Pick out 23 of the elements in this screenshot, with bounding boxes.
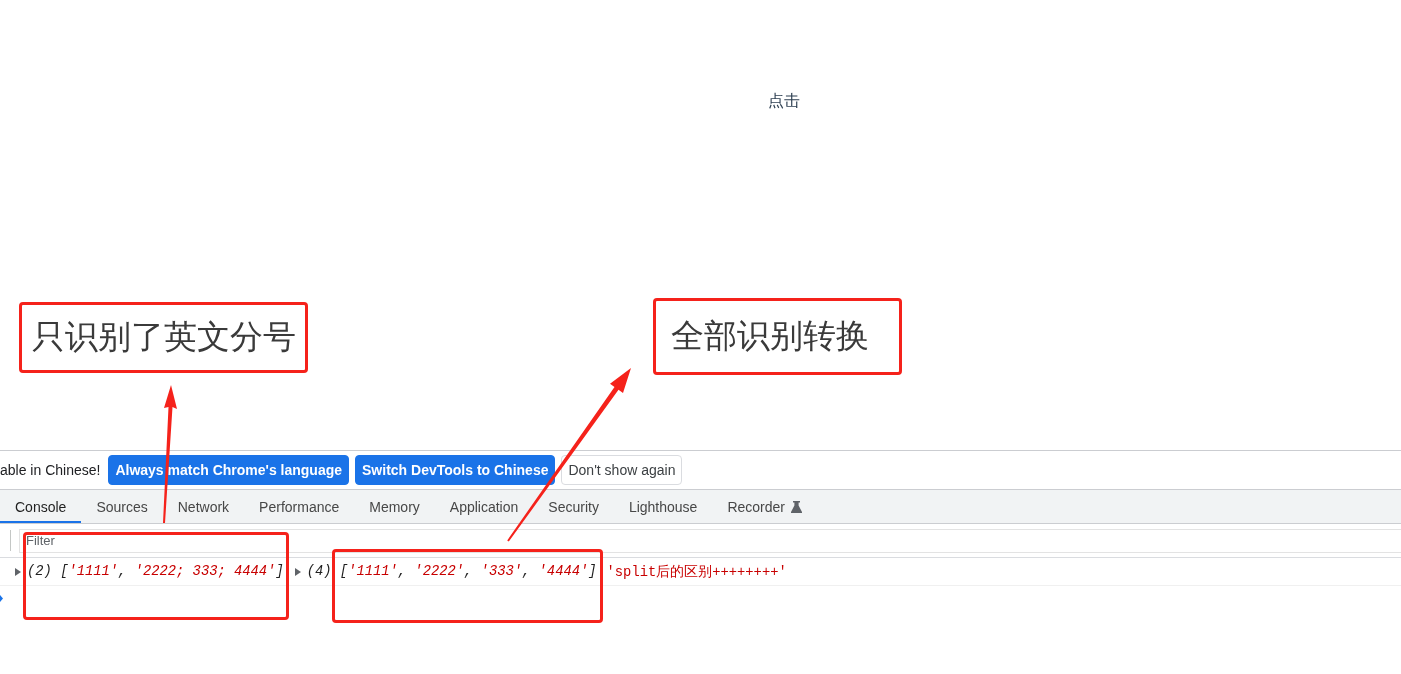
infobar-button[interactable]: Switch DevTools to Chinese [355, 455, 556, 485]
dismiss-button[interactable]: Don't show again [561, 455, 683, 485]
expand-triangle-icon[interactable] [293, 567, 302, 576]
expand-triangle-icon[interactable] [14, 567, 22, 576]
panel-tab[interactable]: Security [533, 490, 614, 523]
array-preview: (4) ['1111', '2222', '333', '4444'] [306, 564, 597, 579]
panel-tab[interactable]: Network [162, 490, 245, 523]
click-text[interactable]: 点击 [768, 91, 800, 111]
infobar-button[interactable]: Always match Chrome's language [108, 455, 350, 485]
panel-tab[interactable]: Lighthouse [613, 490, 713, 523]
array-preview: (2) ['1111', '2222; 333; 4444'] [27, 564, 284, 579]
annotation-callout: 全部识别转换 [653, 298, 902, 375]
panel-tab[interactable]: Memory [354, 490, 435, 523]
panel-tab[interactable]: Sources [81, 490, 163, 523]
infobar-message: able in Chinese! [0, 462, 101, 478]
panel-tab[interactable]: Recorder [712, 490, 817, 523]
log-string: 'split后的区别++++++++' [606, 563, 787, 581]
panel-tab[interactable]: Performance [244, 490, 355, 523]
panel-tab[interactable]: Application [434, 490, 534, 523]
filter-field[interactable]: Filter [19, 528, 1401, 553]
panel-tab[interactable]: Console [0, 490, 82, 523]
prompt-icon [0, 594, 3, 602]
annotation-callout: 只识别了英文分号 [19, 302, 308, 373]
